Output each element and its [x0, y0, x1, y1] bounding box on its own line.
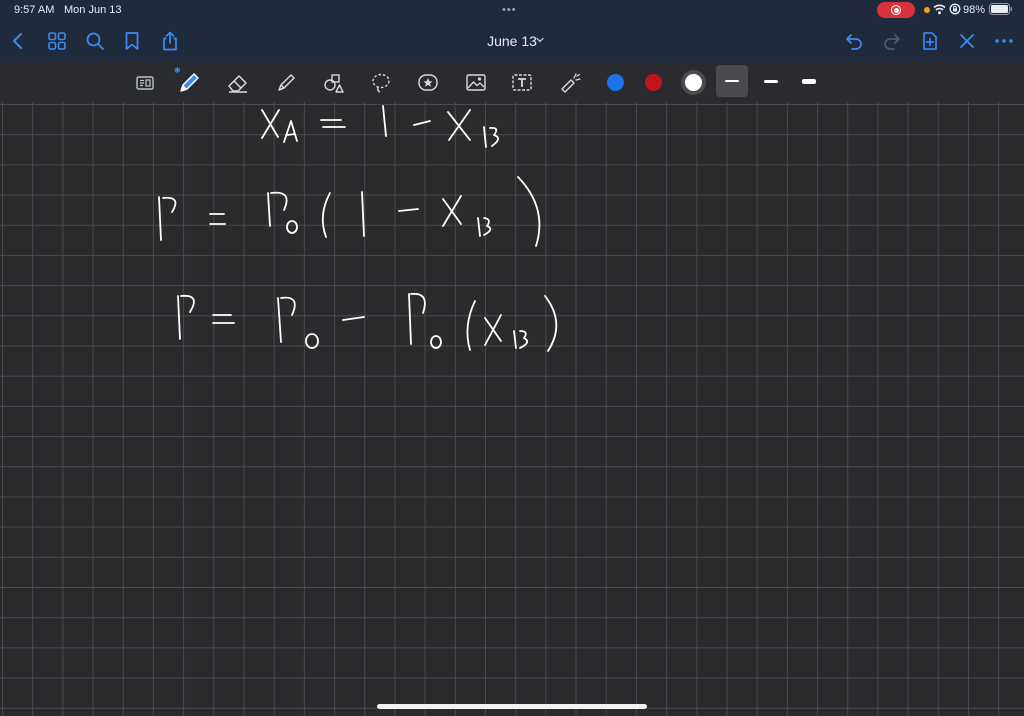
screen-recording-icon[interactable] [877, 2, 915, 18]
top-bar: 9:57 AM Mon Jun 13 ••• 98% June 13 [0, 0, 1024, 62]
redo-icon[interactable] [881, 30, 903, 52]
bookmark-icon[interactable] [121, 30, 143, 52]
battery-icon [989, 3, 1013, 15]
laser-pointer-icon[interactable] [557, 70, 583, 96]
page-reader-icon[interactable] [132, 70, 158, 96]
color-white-swatch[interactable] [685, 74, 702, 91]
bluetooth-icon: ✱ [174, 66, 181, 75]
multitasking-handle-icon[interactable]: ••• [502, 4, 517, 16]
battery-percentage: 98% [963, 4, 986, 16]
ink-line-1 [261, 105, 499, 148]
close-icon[interactable] [956, 30, 978, 52]
lasso-icon[interactable] [368, 70, 394, 96]
chevron-down-icon[interactable] [536, 36, 544, 44]
status-date: Mon Jun 13 [64, 4, 122, 16]
notebook-canvas[interactable] [0, 102, 1024, 716]
color-blue-swatch[interactable] [607, 74, 624, 91]
undo-icon[interactable] [843, 30, 865, 52]
tool-bar: ✱ [0, 62, 1024, 102]
ink-line-2 [158, 176, 541, 247]
stroke-thick-button[interactable] [793, 65, 825, 97]
ink-line-3 [177, 292, 558, 352]
mic-indicator-icon [924, 7, 930, 13]
shapes-icon[interactable] [321, 70, 347, 96]
more-icon[interactable] [993, 30, 1015, 52]
stroke-medium-button[interactable] [755, 65, 787, 97]
share-icon[interactable] [159, 30, 181, 52]
add-page-icon[interactable] [919, 30, 941, 52]
back-chevron-icon[interactable] [8, 30, 30, 52]
home-indicator[interactable] [377, 704, 647, 709]
orientation-lock-icon [949, 3, 961, 15]
stroke-thin-button[interactable] [716, 65, 748, 97]
color-red-swatch[interactable] [645, 74, 662, 91]
status-time: 9:57 AM [14, 4, 55, 16]
document-title[interactable]: June 13 [460, 33, 564, 49]
text-icon[interactable] [509, 70, 535, 96]
grid-icon[interactable] [46, 30, 68, 52]
eraser-icon[interactable] [225, 70, 251, 96]
handwritten-equations [158, 105, 558, 352]
highlighter-icon[interactable] [273, 70, 299, 96]
image-icon[interactable] [463, 70, 489, 96]
wifi-icon [933, 4, 946, 15]
search-icon[interactable] [84, 30, 106, 52]
sticker-icon[interactable] [415, 70, 441, 96]
